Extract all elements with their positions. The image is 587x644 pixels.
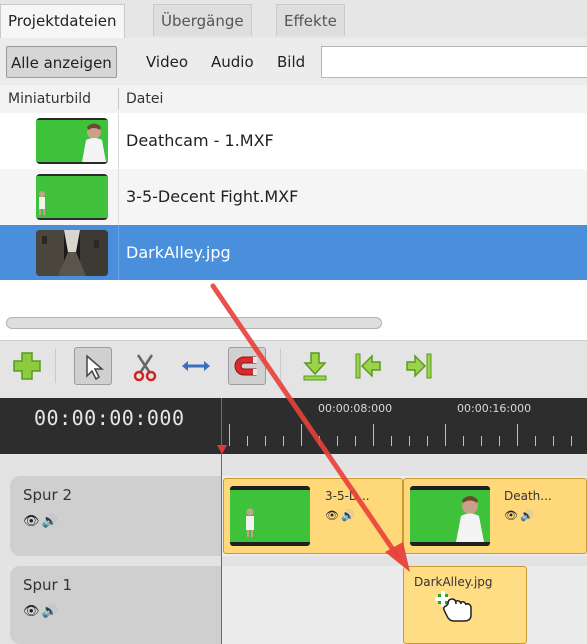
clip-visibility-audio: 👁🔊 bbox=[504, 509, 536, 522]
ruler-tick bbox=[445, 424, 446, 446]
jump-start-icon[interactable] bbox=[349, 347, 387, 385]
file-list-header: Miniaturbild Datei bbox=[0, 85, 587, 114]
thumbnail-image bbox=[36, 174, 108, 220]
ruler-tick bbox=[409, 436, 410, 446]
clip-title: 3-5-D... bbox=[325, 489, 370, 503]
clip-thumbnail bbox=[230, 486, 310, 546]
file-row[interactable]: Deathcam - 1.MXF bbox=[0, 113, 587, 169]
panel-tabs: Projektdateien Übergänge Effekte bbox=[0, 0, 587, 39]
search-input[interactable] bbox=[321, 46, 587, 78]
clip-title: Death... bbox=[504, 489, 552, 503]
track-lane[interactable]: DarkAlley.jpg bbox=[222, 566, 587, 644]
track-visibility-audio: 👁🔊 bbox=[23, 514, 60, 529]
ruler-tick bbox=[229, 424, 230, 446]
column-divider bbox=[118, 113, 119, 169]
file-list-empty-area bbox=[0, 280, 587, 340]
playhead[interactable] bbox=[221, 398, 222, 644]
eye-icon[interactable]: 👁 bbox=[325, 509, 341, 522]
thumbnail-image bbox=[36, 118, 108, 164]
column-divider bbox=[118, 225, 119, 281]
track-lane[interactable]: 3-5-D... 👁🔊 Death... 👁🔊 bbox=[222, 476, 587, 556]
track-name: Spur 1 bbox=[23, 576, 73, 594]
toolbar-divider bbox=[280, 349, 281, 383]
tab-effekte[interactable]: Effekte bbox=[276, 4, 345, 36]
ruler-tick bbox=[283, 436, 284, 446]
track-header[interactable]: Spur 1 👁🔊 bbox=[10, 566, 222, 644]
clip-title: DarkAlley.jpg bbox=[414, 575, 493, 589]
ruler-tick bbox=[373, 424, 374, 446]
magnet-icon[interactable] bbox=[228, 347, 266, 385]
ruler-label: 00:00:16:000 bbox=[457, 402, 532, 415]
eye-icon[interactable]: 👁 bbox=[23, 604, 42, 619]
ruler-tick bbox=[553, 436, 554, 446]
column-divider bbox=[118, 88, 119, 110]
file-name: Deathcam - 1.MXF bbox=[126, 131, 274, 150]
ruler-tick bbox=[481, 436, 482, 446]
timeline-tracks: Spur 2 👁🔊 3-5-D... 👁🔊 Death... 👁🔊 Spur 1… bbox=[0, 454, 587, 644]
ruler-tick bbox=[517, 424, 518, 446]
timeline-clip[interactable]: Death... 👁🔊 bbox=[403, 478, 587, 554]
add-track-icon[interactable] bbox=[8, 347, 46, 385]
ruler-tick bbox=[499, 436, 500, 446]
eye-icon[interactable]: 👁 bbox=[23, 514, 42, 529]
file-name: 3-5-Decent Fight.MXF bbox=[126, 187, 299, 206]
speaker-icon[interactable]: 🔊 bbox=[520, 509, 536, 522]
filter-bild-button[interactable]: Bild bbox=[273, 46, 309, 78]
filter-bar: Alle anzeigen Video Audio Bild bbox=[0, 38, 587, 85]
ruler-tick bbox=[265, 436, 266, 446]
eye-icon[interactable]: 👁 bbox=[504, 509, 520, 522]
timeline-ruler[interactable]: 00:00:00:000 00:00:08:000 00:00:16:000 bbox=[0, 398, 587, 454]
ruler-tick bbox=[463, 436, 464, 446]
jump-end-icon[interactable] bbox=[400, 347, 438, 385]
filter-video-button[interactable]: Video bbox=[142, 46, 192, 78]
select-pointer-icon[interactable] bbox=[74, 347, 112, 385]
clip-visibility-audio: 👁🔊 bbox=[325, 509, 357, 522]
ruler-label: 00:00:08:000 bbox=[318, 402, 393, 415]
speaker-icon[interactable]: 🔊 bbox=[341, 509, 357, 522]
timeline-toolbar bbox=[0, 340, 587, 399]
thumbnail-image bbox=[36, 230, 108, 276]
speaker-icon[interactable]: 🔊 bbox=[42, 604, 60, 619]
ruler-tick bbox=[535, 436, 536, 446]
toolbar-divider bbox=[55, 349, 56, 383]
column-header-thumbnail[interactable]: Miniaturbild bbox=[8, 85, 91, 113]
tab-uebergaenge[interactable]: Übergänge bbox=[153, 4, 252, 36]
track-visibility-audio: 👁🔊 bbox=[23, 604, 60, 619]
file-row-selected[interactable]: DarkAlley.jpg bbox=[0, 225, 587, 281]
snap-arrows-icon[interactable] bbox=[177, 347, 215, 385]
track-name: Spur 2 bbox=[23, 486, 73, 504]
ruler-tick bbox=[247, 436, 248, 446]
ruler-tick bbox=[427, 436, 428, 446]
filter-audio-button[interactable]: Audio bbox=[207, 46, 258, 78]
timeline-clip[interactable]: 3-5-D... 👁🔊 bbox=[223, 478, 403, 554]
drag-hand-cursor-icon bbox=[435, 591, 472, 622]
ruler-tick bbox=[571, 436, 572, 446]
clip-thumbnail bbox=[410, 486, 490, 546]
razor-scissors-icon[interactable] bbox=[126, 347, 164, 385]
filter-alle-anzeigen-button[interactable]: Alle anzeigen bbox=[6, 46, 117, 78]
ruler-tick bbox=[337, 436, 338, 446]
tab-projektdateien[interactable]: Projektdateien bbox=[0, 4, 125, 39]
import-arrow-icon[interactable] bbox=[296, 347, 334, 385]
file-row[interactable]: 3-5-Decent Fight.MXF bbox=[0, 169, 587, 225]
timecode-display: 00:00:00:000 bbox=[34, 406, 185, 430]
playhead-marker-icon[interactable] bbox=[215, 445, 229, 457]
ruler-tick bbox=[355, 436, 356, 446]
column-header-file[interactable]: Datei bbox=[126, 85, 163, 113]
ruler-tick bbox=[391, 436, 392, 446]
horizontal-scrollbar[interactable] bbox=[6, 317, 382, 329]
ruler-tick bbox=[301, 424, 302, 446]
track-header[interactable]: Spur 2 👁🔊 bbox=[10, 476, 222, 556]
column-divider bbox=[118, 169, 119, 225]
file-name: DarkAlley.jpg bbox=[126, 243, 231, 262]
ruler-tick bbox=[319, 436, 320, 446]
speaker-icon[interactable]: 🔊 bbox=[42, 514, 60, 529]
